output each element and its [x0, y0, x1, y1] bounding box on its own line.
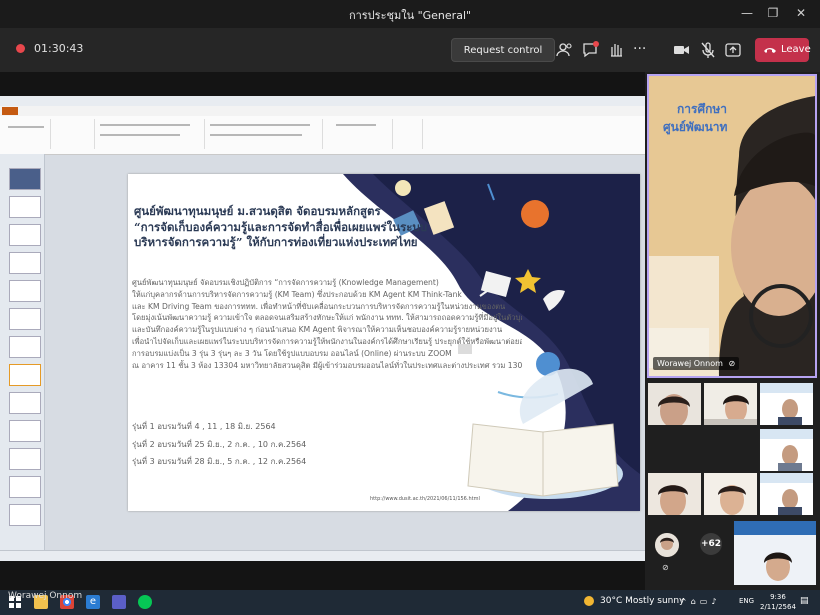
system-clock[interactable]: 9:36 2/11/2564: [760, 592, 796, 612]
file-tab: [2, 107, 18, 115]
meeting-toolbar: 01:30:43 Request control ··· Leave: [0, 28, 820, 72]
ribbon: [0, 116, 645, 155]
restore-icon[interactable]: ❐: [762, 4, 784, 22]
slide-thumbnail[interactable]: [9, 168, 41, 190]
hang-up-icon: [764, 48, 776, 53]
leave-label: Leave: [781, 44, 811, 55]
slide-title-line: ศูนย์พัฒนาทุนมนุษย์ ม.สวนดุสิต จัดอบรมหล…: [134, 204, 381, 218]
powerpoint-status-bar: [0, 550, 645, 561]
slide-thumbnail[interactable]: [9, 392, 41, 414]
participant-video-tile[interactable]: [759, 428, 814, 472]
participant-video-tile[interactable]: [733, 520, 817, 586]
clock-date: 2/11/2564: [760, 603, 796, 611]
slide-thumbnail[interactable]: [9, 224, 41, 246]
speaker-backdrop-text: การศึกษา: [677, 102, 727, 116]
speaker-name-label: Worawej Onnom ⊘: [653, 357, 740, 370]
slide-title-line: บริหารจัดการความรู้” ให้กับการท่องเที่ยว…: [134, 235, 418, 249]
participant-video-tile[interactable]: [759, 472, 814, 516]
minimize-icon[interactable]: —: [736, 4, 758, 22]
sun-icon: [584, 596, 594, 606]
more-options-icon[interactable]: ···: [633, 40, 653, 60]
participant-video-tile[interactable]: [703, 382, 758, 426]
speaker-name: Worawej Onnom: [657, 359, 723, 368]
clock-time: 9:36: [770, 593, 786, 601]
slide-body-line: และบันทึกองค์ความรู้ในรูปแบบต่าง ๆ ก่อนน…: [132, 325, 503, 335]
muted-mic-icon: ⊘: [728, 359, 736, 368]
slide-thumbnail[interactable]: [9, 504, 41, 526]
request-control-button[interactable]: Request control: [451, 38, 555, 62]
round-line: รุ่นที่ 3 อบรมวันที่ 28 มิ.ย., 5 ก.ค. , …: [132, 457, 307, 466]
participants-icon[interactable]: [555, 40, 575, 60]
line-icon[interactable]: [138, 595, 152, 609]
microphone-muted-icon[interactable]: [698, 40, 718, 60]
slide-thumbnail[interactable]: [9, 280, 41, 302]
slide-body-line: การอบรมแบ่งเป็น 3 รุ่น 3 รุ่นๆ ละ 3 วัน …: [132, 348, 452, 358]
slide-body-line: ณ อาคาร 11 ชั้น 3 ห้อง 13304 มหาวิทยาลัย…: [132, 360, 522, 370]
slide-thumbnail[interactable]: [9, 336, 41, 358]
slide-body-text: ศูนย์พัฒนาทุนมนุษย์ จัดอบรมเชิงปฏิบัติกา…: [132, 277, 522, 371]
slide-thumbnail[interactable]: [9, 476, 41, 498]
participant-video-tile[interactable]: [759, 382, 814, 426]
window-title: การประชุมใน "General": [348, 9, 472, 22]
presenter-name: Worawej Onnom: [8, 591, 83, 601]
ribbon-tab-strip: [0, 106, 645, 116]
system-tray-icons[interactable]: ^⌂▭♪: [680, 597, 720, 606]
participant-video-tile[interactable]: [647, 382, 702, 426]
powerpoint-title-bar: [0, 96, 645, 106]
slide-thumbnail-selected[interactable]: [9, 364, 41, 386]
slide-thumbnail[interactable]: [9, 196, 41, 218]
slide-body-line: ศูนย์พัฒนาทุนมนุษย์ จัดอบรมเชิงปฏิบัติกา…: [132, 278, 439, 287]
participant-avatar[interactable]: [655, 533, 679, 557]
slide-thumbnail[interactable]: [9, 308, 41, 330]
slide-body-line: และ KM Driving Team ของการททท. เพื่อทำหน…: [132, 301, 506, 311]
speaker-backdrop-text: ศูนย์พัฒนาท: [663, 120, 728, 134]
edge-icon[interactable]: e: [86, 595, 100, 609]
recording-indicator-icon: [16, 44, 25, 53]
weather-widget[interactable]: 30°C Mostly sunny: [600, 596, 684, 606]
slide-thumbnail[interactable]: [9, 448, 41, 470]
slide-source-url: http://www.dusit.ac.th/2021/06/11/156.ht…: [370, 496, 480, 502]
slide-thumbnail[interactable]: [9, 420, 41, 442]
participant-video-tile[interactable]: [647, 472, 702, 516]
slide-round-schedule: รุ่นที่ 1 อบรมวันที่ 4 , 11 , 18 มิ.ย. 2…: [132, 418, 306, 471]
slide-thumbnail[interactable]: [9, 252, 41, 274]
presentation-slide: ศูนย์พัฒนาทุนมนุษย์ ม.สวนดุสิต จัดอบรมหล…: [128, 174, 640, 511]
slide-title: ศูนย์พัฒนาทุนมนุษย์ ม.สวนดุสิต จัดอบรมหล…: [134, 204, 464, 251]
close-icon[interactable]: ✕: [790, 4, 812, 22]
meeting-timer: 01:30:43: [34, 42, 84, 55]
participant-video-tile[interactable]: [703, 472, 758, 516]
more-participants-count[interactable]: +62: [700, 533, 722, 555]
muted-mic-icon: ⊘: [662, 563, 669, 572]
leave-button[interactable]: Leave: [755, 38, 811, 62]
round-line: รุ่นที่ 1 อบรมวันที่ 4 , 11 , 18 มิ.ย. 2…: [132, 422, 276, 431]
round-line: รุ่นที่ 2 อบรมวันที่ 25 มิ.ย., 2 ก.ค. , …: [132, 439, 307, 449]
notifications-icon[interactable]: ▤: [800, 596, 809, 606]
slide-body-line: ให้แก่บุคลากรด้านการบริหารจัดการความรู้ …: [132, 289, 462, 299]
window-title-bar: การประชุมใน "General" — ❐ ✕: [0, 0, 820, 28]
chat-icon[interactable]: [581, 40, 601, 60]
teams-icon[interactable]: [112, 595, 126, 609]
slide-body-line: โดยมุ่งเน้นพัฒนาความรู้ ความเข้าใจ ตลอดจ…: [132, 313, 522, 323]
slide-title-line: “การจัดเก็บองค์ความรู้และการจัดทำสื่อเพื…: [134, 219, 428, 234]
slide-body-line: เพื่อนำไปจัดเก็บและเผยแพร่ในระบบบริหารจั…: [132, 336, 522, 346]
active-speaker-video[interactable]: การศึกษา ศูนย์พัฒนาท Worawej Onnom ⊘: [647, 74, 817, 378]
input-language[interactable]: ENG: [739, 597, 754, 605]
camera-icon[interactable]: [672, 40, 692, 60]
slide-thumbnail-pane: [0, 154, 45, 554]
raise-hand-icon[interactable]: [606, 40, 626, 60]
share-screen-icon[interactable]: [723, 40, 743, 60]
